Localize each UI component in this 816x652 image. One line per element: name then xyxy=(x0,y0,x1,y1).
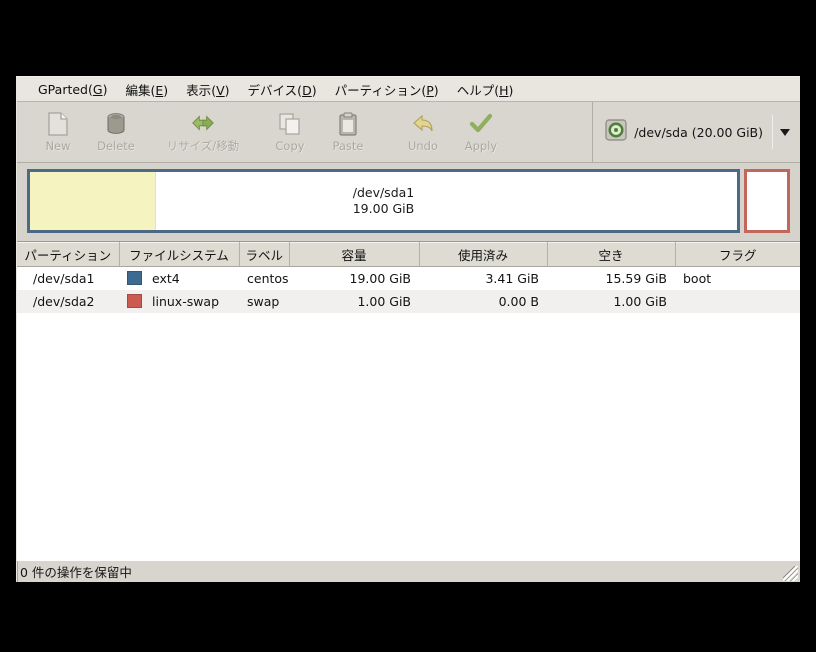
table-row[interactable]: /dev/sda1 ext4 centos 19.00 GiB 3.41 GiB… xyxy=(17,266,800,290)
cell-label: swap xyxy=(239,289,289,313)
delete-button-label: Delete xyxy=(97,138,135,153)
status-bar: 0 件の操作を保留中 xyxy=(17,560,800,582)
gparted-window: GParted(G) 編集(E) 表示(V) デバイス(D) パーティション(P… xyxy=(16,76,800,582)
cell-filesystem: ext4 xyxy=(119,266,239,290)
trash-delete-icon xyxy=(104,112,128,136)
resize-move-arrows-icon xyxy=(191,111,215,135)
status-bar-edge xyxy=(17,561,18,582)
table-empty-space xyxy=(17,312,800,560)
cell-filesystem-label: ext4 xyxy=(152,270,180,286)
menu-partition[interactable]: パーティション(P) xyxy=(326,78,448,101)
menu-edit-mnemonic: E xyxy=(155,82,164,98)
cell-flags: boot xyxy=(675,266,800,290)
resize-move-button-label: リサイズ/移動 xyxy=(166,138,240,153)
device-selector[interactable]: /dev/sda (20.00 GiB) xyxy=(592,102,800,162)
partition-table-area: パーティション ファイルシステム ラベル 容量 使用済み 空き フラグ /dev… xyxy=(17,241,800,560)
graphic-sda1-size: 19.00 GiB xyxy=(352,201,415,216)
cell-size: 1.00 GiB xyxy=(289,289,419,313)
resize-move-button[interactable]: リサイズ/移動 xyxy=(162,102,244,162)
column-header-flags[interactable]: フラグ xyxy=(675,242,800,267)
column-header-used[interactable]: 使用済み xyxy=(419,242,548,267)
resize-grip-icon[interactable] xyxy=(783,566,798,581)
cell-used: 0.00 B xyxy=(419,289,547,313)
menu-edit[interactable]: 編集(E) xyxy=(116,78,177,101)
undo-button-label: Undo xyxy=(407,138,439,153)
paste-button[interactable]: Paste xyxy=(319,102,377,162)
column-header-label[interactable]: ラベル xyxy=(239,242,290,267)
undo-arrow-icon xyxy=(411,112,435,136)
menu-view-mnemonic: V xyxy=(216,82,225,98)
cell-unused: 15.59 GiB xyxy=(547,266,675,290)
menu-gparted-mnemonic: G xyxy=(92,81,103,97)
new-document-icon xyxy=(46,111,70,136)
menu-partition-label: パーティション xyxy=(334,82,422,98)
partition-table-body: /dev/sda1 ext4 centos 19.00 GiB 3.41 GiB… xyxy=(17,266,800,313)
cell-label: centos xyxy=(239,266,289,290)
column-header-partition[interactable]: パーティション xyxy=(17,242,120,267)
device-selector-label: /dev/sda (20.00 GiB) xyxy=(634,124,763,140)
table-row[interactable]: /dev/sda2 linux-swap swap 1.00 GiB 0.00 … xyxy=(17,289,800,313)
menu-partition-mnemonic: P xyxy=(426,82,434,98)
cell-filesystem-label: linux-swap xyxy=(152,293,220,309)
cell-filesystem: linux-swap xyxy=(119,289,239,313)
paste-clipboard-icon xyxy=(336,112,360,136)
apply-button-label: Apply xyxy=(464,138,498,153)
menu-view-label: 表示 xyxy=(186,82,212,98)
apply-checkmark-icon xyxy=(469,112,493,136)
menu-gparted[interactable]: GParted(G) xyxy=(29,80,116,99)
new-button-label: New xyxy=(45,138,71,153)
paste-button-label: Paste xyxy=(332,138,364,153)
device-selector-button[interactable]: /dev/sda (20.00 GiB) xyxy=(605,119,763,145)
graphic-sda1-name: /dev/sda1 xyxy=(352,185,415,201)
menu-gparted-label: GParted xyxy=(38,81,88,97)
menu-bar: GParted(G) 編集(E) 表示(V) デバイス(D) パーティション(P… xyxy=(17,77,800,102)
cell-partition: /dev/sda2 xyxy=(17,289,119,313)
menu-help[interactable]: ヘルプ(H) xyxy=(448,78,523,101)
graphic-used-space-sda1 xyxy=(30,172,156,230)
filesystem-color-swatch xyxy=(127,271,142,286)
menu-device-mnemonic: D xyxy=(302,82,312,98)
menu-view[interactable]: 表示(V) xyxy=(177,78,238,101)
hard-disk-icon xyxy=(605,119,627,145)
menu-device-label: デバイス xyxy=(247,82,298,98)
toolbar: New Delete リサイズ/移動 Copy Paste Undo Apply… xyxy=(17,102,800,163)
device-selector-divider xyxy=(772,115,773,149)
column-header-size[interactable]: 容量 xyxy=(289,242,420,267)
table-header-row: パーティション ファイルシステム ラベル 容量 使用済み 空き フラグ xyxy=(17,242,800,267)
menu-edit-label: 編集 xyxy=(125,82,151,98)
toolbar-buttons: New Delete リサイズ/移動 Copy Paste Undo Apply xyxy=(17,102,592,162)
cell-partition: /dev/sda1 xyxy=(17,266,119,290)
copy-icon xyxy=(278,112,302,136)
new-button[interactable]: New xyxy=(29,102,87,162)
delete-button[interactable]: Delete xyxy=(87,102,145,162)
status-bar-text: 0 件の操作を保留中 xyxy=(20,565,132,580)
graphic-partition-sda1-text: /dev/sda1 19.00 GiB xyxy=(353,185,415,216)
cell-size: 19.00 GiB xyxy=(289,266,419,290)
menu-help-label: ヘルプ xyxy=(456,82,495,98)
disk-graphic: /dev/sda1 19.00 GiB xyxy=(17,163,800,241)
undo-button[interactable]: Undo xyxy=(394,102,452,162)
apply-button[interactable]: Apply xyxy=(452,102,510,162)
menu-device[interactable]: デバイス(D) xyxy=(239,78,326,101)
chevron-down-icon[interactable] xyxy=(780,128,790,136)
cell-unused: 1.00 GiB xyxy=(547,289,675,313)
menu-help-mnemonic: H xyxy=(499,82,509,98)
column-header-unused[interactable]: 空き xyxy=(547,242,676,267)
graphic-partition-sda2[interactable] xyxy=(744,169,790,233)
graphic-partition-sda1[interactable]: /dev/sda1 19.00 GiB xyxy=(27,169,740,233)
column-header-filesystem[interactable]: ファイルシステム xyxy=(119,242,240,267)
filesystem-color-swatch xyxy=(127,294,142,308)
cell-used: 3.41 GiB xyxy=(419,266,547,290)
copy-button[interactable]: Copy xyxy=(261,102,319,162)
cell-flags xyxy=(675,289,800,313)
copy-button-label: Copy xyxy=(275,138,305,153)
partition-table: パーティション ファイルシステム ラベル 容量 使用済み 空き フラグ /dev… xyxy=(17,242,800,313)
